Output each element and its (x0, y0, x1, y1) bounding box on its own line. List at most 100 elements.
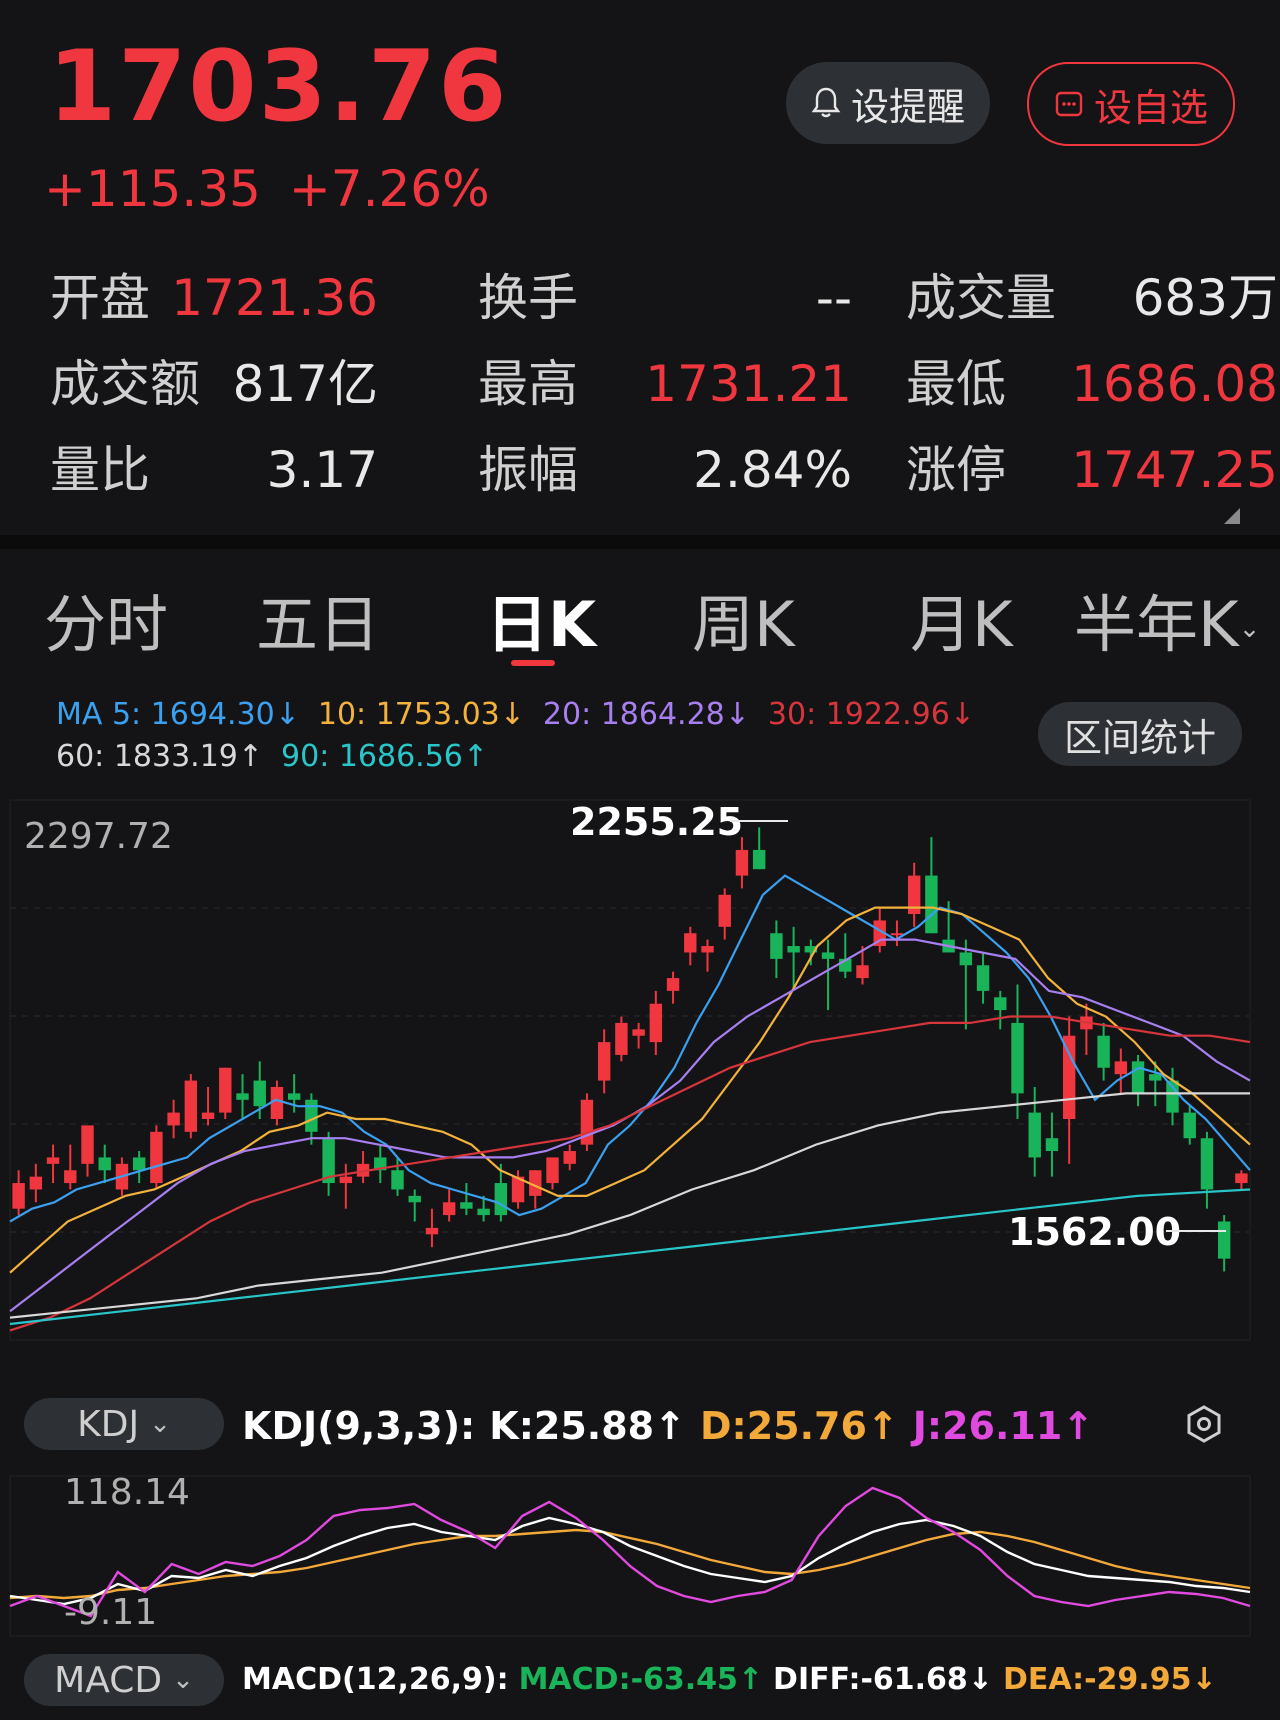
candle-body (890, 933, 904, 936)
candle-body (391, 1170, 404, 1190)
stat-volume-ratio: 量比 3.17 (50, 430, 378, 502)
candle-body (167, 1112, 180, 1126)
stat-value: 817亿 (232, 355, 378, 413)
stats-row: 开盘 1721.36 换手 -- 成交量 683万 (50, 258, 1278, 344)
chevron-down-icon: ⌄ (172, 1665, 194, 1695)
candle-body (666, 978, 680, 991)
tab-daily-k[interactable]: 日K (486, 574, 596, 664)
indicator-settings-icon[interactable] (1184, 1404, 1224, 1444)
candle-body (684, 933, 697, 953)
candle-body (425, 1227, 439, 1235)
candle-body (1114, 1061, 1128, 1075)
tab-weekly-k[interactable]: 周K (692, 574, 795, 664)
candle-body (132, 1157, 146, 1171)
candle-body (477, 1208, 490, 1216)
stat-value: -- (815, 269, 852, 327)
candle-body (98, 1157, 111, 1171)
candle-body (735, 849, 749, 876)
ma30-value: 30: 1922.96↓ (767, 697, 975, 732)
candle-body (305, 1099, 318, 1132)
stat-high: 最高 1731.21 (478, 344, 852, 416)
price-change: +115.35 (44, 160, 261, 218)
candle-body (718, 894, 731, 927)
stat-value: 1731.21 (645, 355, 852, 413)
price-change-percent: +7.26% (288, 160, 490, 218)
stat-label: 成交量 (906, 269, 1056, 327)
candle-body (821, 952, 835, 959)
candle-body (649, 1003, 663, 1043)
active-tab-indicator (511, 660, 555, 666)
kdj-frame (9, 1475, 1251, 1637)
candle-body (546, 1157, 559, 1184)
stat-amount: 成交额 817亿 (50, 344, 378, 416)
candle-body (976, 965, 990, 991)
stat-label: 开盘 (50, 269, 150, 327)
candle-body (81, 1125, 94, 1164)
tab-half-year-k[interactable]: 半年K⌄ (1074, 574, 1260, 664)
candle-body (150, 1131, 163, 1184)
ma-legend-row: MA 5: 1694.30↓ 10: 1753.03↓ 20: 1864.28↓ 30… (56, 694, 993, 736)
candle-body (959, 952, 973, 966)
range-stats-button[interactable]: 区间统计 (1038, 702, 1242, 766)
bell-icon (811, 87, 841, 118)
high-price-annotation: 2255.25 (570, 800, 744, 844)
kdj-k-value: K:25.88↑ (489, 1404, 686, 1448)
stat-amplitude: 振幅 2.84% (478, 430, 852, 502)
stat-value: 683万 (1132, 269, 1278, 327)
low-price-annotation: 1562.00 (1008, 1210, 1182, 1254)
candle-body (701, 946, 714, 953)
macd-indicator-selector[interactable]: MACD ⌄ (24, 1654, 224, 1706)
kdj-chart[interactable] (0, 1466, 1280, 1646)
candle-body (408, 1195, 421, 1203)
kdj-k-line (9, 1516, 1251, 1606)
ma20-value: 20: 1864.28↓ (542, 697, 750, 732)
stat-value: 1686.08 (1071, 355, 1278, 413)
add-favorite-button[interactable]: 设自选 (1027, 62, 1235, 146)
stat-volume: 成交量 683万 (906, 258, 1278, 330)
candle-body (1235, 1173, 1248, 1184)
stat-label: 振幅 (478, 441, 578, 499)
ma-legend-row: 60: 1833.19↑ 90: 1686.56↑ (56, 736, 993, 778)
candle-body (287, 1093, 301, 1100)
set-alert-button[interactable]: 设提醒 (786, 62, 990, 144)
candle-body (253, 1080, 266, 1107)
candle-body (339, 1176, 353, 1184)
low-annotation-leader (1166, 1230, 1226, 1232)
stats-row: 量比 3.17 振幅 2.84% 涨停 1747.25 (50, 430, 1278, 516)
period-tabs: 分时 五日 日K 周K 月K 半年K⌄ (0, 560, 1280, 670)
price-change-row: +115.35 +7.26% (44, 160, 518, 218)
candle-body (597, 1042, 611, 1081)
tab-five-day[interactable]: 五日 (256, 574, 380, 664)
candle-body (46, 1157, 60, 1164)
macd-dea-value: DEA:-29.95↓ (1002, 1662, 1217, 1697)
stats-row: 成交额 817亿 最高 1731.21 最低 1686.08 (50, 344, 1278, 430)
expand-corner-icon[interactable] (1224, 508, 1240, 524)
candle-body (1217, 1221, 1231, 1259)
kdj-indicator-selector[interactable]: KDJ ⌄ (24, 1398, 224, 1450)
candle-body (1131, 1061, 1145, 1094)
candlestick-chart[interactable] (0, 780, 1280, 1380)
kdj-params: KDJ(9,3,3): (242, 1404, 476, 1448)
stat-label: 成交额 (50, 355, 200, 413)
stat-value: 1721.36 (171, 269, 378, 327)
macd-selector-label: MACD (54, 1659, 163, 1701)
candle-body (219, 1067, 232, 1113)
ma60-value: 60: 1833.19↑ (56, 739, 264, 774)
stat-limit-up: 涨停 1747.25 (906, 430, 1278, 502)
candle-body (1097, 1035, 1110, 1068)
last-price: 1703.76 (48, 30, 509, 144)
candle-body (1200, 1138, 1214, 1190)
macd-params: MACD(12,26,9): (242, 1662, 509, 1697)
candle-body (787, 946, 800, 953)
chevron-down-icon: ⌄ (1238, 613, 1261, 644)
set-alert-label: 设提醒 (850, 84, 965, 129)
candle-body (460, 1202, 473, 1209)
tab-monthly-k[interactable]: 月K (910, 574, 1013, 664)
candle-body (1011, 1022, 1024, 1094)
tab-intraday[interactable]: 分时 (44, 574, 168, 664)
kdj-j-value: J:26.11↑ (912, 1404, 1095, 1448)
kdj-values: KDJ(9,3,3): K:25.88↑ D:25.76↑ J:26.11↑ (242, 1404, 1108, 1448)
kdj-d-line (9, 1528, 1251, 1600)
kdj-y-top-label: 118.14 (64, 1472, 190, 1513)
kdj-y-bottom-label: -9.11 (64, 1592, 158, 1633)
